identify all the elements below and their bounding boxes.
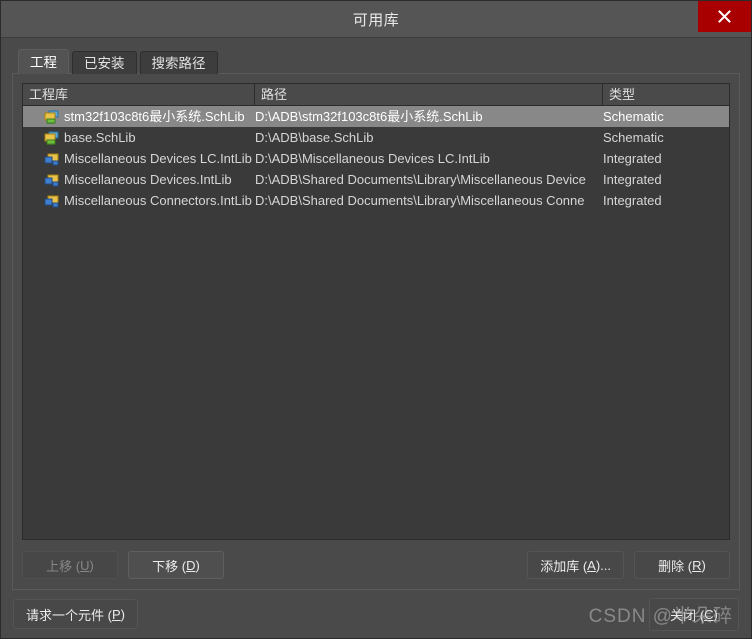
cell-library-type: Integrated	[603, 151, 662, 166]
library-list-header: 工程库 路径 类型	[23, 84, 729, 106]
move-down-label: 下移 (	[152, 558, 187, 574]
list-action-bar: 上移 (U) 下移 (D) 添加库 (A)... 删除 (R)	[22, 550, 730, 580]
cell-library-name: stm32f103c8t6最小系统.SchLib	[23, 106, 255, 127]
tab-installed[interactable]: 已安装	[72, 51, 137, 74]
add-library-tail: )...	[595, 557, 611, 573]
move-down-accel: D	[186, 557, 196, 573]
add-library-button[interactable]: 添加库 (A)...	[527, 551, 624, 579]
move-up-label: 上移 (	[46, 558, 81, 574]
add-library-label: 添加库 (	[540, 558, 588, 574]
page-title: 可用库	[352, 11, 400, 29]
available-libraries-dialog: 可用库 工程 已安装 搜索路径 工程库 路径 类型 stm32f103c8t6最…	[0, 0, 752, 639]
column-header-project-library[interactable]: 工程库	[23, 84, 255, 105]
request-component-button[interactable]: 请求一个元件 (P)	[13, 599, 138, 629]
move-down-tail: )	[195, 557, 200, 573]
library-list-rows: stm32f103c8t6最小系统.SchLib D:\ADB\stm32f10…	[23, 106, 729, 539]
remove-library-tail: )	[701, 557, 706, 573]
library-name-label: Miscellaneous Devices LC.IntLib	[64, 151, 252, 166]
cell-library-name: Miscellaneous Devices LC.IntLib	[23, 148, 255, 169]
library-list[interactable]: 工程库 路径 类型 stm32f103c8t6最小系统.SchLib D:\AD…	[22, 83, 730, 540]
cell-library-name: Miscellaneous Devices.IntLib	[23, 169, 255, 190]
library-name-label: Miscellaneous Connectors.IntLib	[64, 193, 252, 208]
cell-library-path: D:\ADB\stm32f103c8t6最小系统.SchLib	[255, 109, 483, 124]
close-button-accel: C	[704, 606, 714, 622]
table-row[interactable]: base.SchLib D:\ADB\base.SchLib Schematic	[23, 127, 729, 148]
column-header-type[interactable]: 类型	[603, 84, 729, 105]
close-icon[interactable]	[698, 1, 751, 32]
column-header-path[interactable]: 路径	[255, 84, 603, 105]
table-row[interactable]: stm32f103c8t6最小系统.SchLib D:\ADB\stm32f10…	[23, 106, 729, 127]
tab-project[interactable]: 工程	[18, 49, 69, 74]
cell-library-path: D:\ADB\base.SchLib	[255, 130, 374, 145]
request-component-tail: )	[120, 606, 125, 622]
dialog-body: 工程 已安装 搜索路径 工程库 路径 类型 stm32f103c8t6最小系统.…	[1, 38, 751, 590]
request-component-label: 请求一个元件 (	[26, 607, 112, 623]
cell-library-path: D:\ADB\Shared Documents\Library\Miscella…	[255, 193, 585, 208]
intlib-icon	[44, 194, 60, 208]
cell-library-type: Schematic	[603, 130, 664, 145]
table-row[interactable]: Miscellaneous Connectors.IntLib D:\ADB\S…	[23, 190, 729, 211]
schlib-icon	[44, 110, 60, 124]
remove-library-label: 删除 (	[658, 558, 693, 574]
library-name-label: stm32f103c8t6最小系统.SchLib	[64, 109, 245, 124]
tab-search-path[interactable]: 搜索路径	[139, 51, 218, 74]
move-down-button[interactable]: 下移 (D)	[128, 551, 224, 579]
title-bar: 可用库	[1, 1, 751, 38]
tab-strip: 工程 已安装 搜索路径	[12, 47, 740, 74]
move-up-button[interactable]: 上移 (U)	[22, 551, 118, 579]
table-row[interactable]: Miscellaneous Devices.IntLib D:\ADB\Shar…	[23, 169, 729, 190]
cell-library-type: Integrated	[603, 172, 662, 187]
close-button[interactable]: 关闭 (C)	[649, 597, 739, 631]
cell-library-type: Schematic	[603, 109, 664, 124]
move-up-tail: )	[89, 557, 94, 573]
intlib-icon	[44, 152, 60, 166]
close-button-tail: )	[713, 606, 718, 622]
cell-library-type: Integrated	[603, 193, 662, 208]
remove-library-accel: R	[692, 557, 702, 573]
move-up-accel: U	[80, 557, 90, 573]
intlib-icon	[44, 173, 60, 187]
library-name-label: base.SchLib	[64, 130, 136, 145]
cell-library-name: Miscellaneous Connectors.IntLib	[23, 190, 255, 211]
schlib-icon	[44, 131, 60, 145]
request-component-accel: P	[111, 606, 121, 622]
cell-library-path: D:\ADB\Shared Documents\Library\Miscella…	[255, 172, 586, 187]
cell-library-path: D:\ADB\Miscellaneous Devices LC.IntLib	[255, 151, 490, 166]
close-button-label: 关闭 (	[670, 607, 705, 623]
library-name-label: Miscellaneous Devices.IntLib	[64, 172, 232, 187]
tab-page-project: 工程库 路径 类型 stm32f103c8t6最小系统.SchLib D:\AD…	[12, 73, 740, 590]
remove-library-button[interactable]: 删除 (R)	[634, 551, 730, 579]
dialog-footer: 请求一个元件 (P) 关闭 (C)	[1, 590, 751, 638]
cell-library-name: base.SchLib	[23, 127, 255, 148]
add-library-accel: A	[587, 557, 596, 573]
table-row[interactable]: Miscellaneous Devices LC.IntLib D:\ADB\M…	[23, 148, 729, 169]
